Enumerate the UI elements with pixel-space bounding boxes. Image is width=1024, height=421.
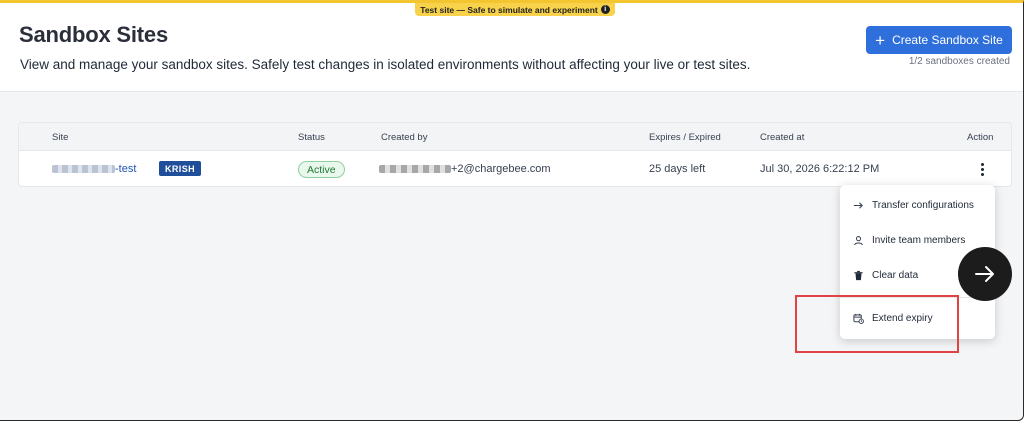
- site-link[interactable]: -test: [52, 163, 136, 175]
- table-header: Site Status Created by Expires / Expired…: [19, 123, 1011, 151]
- sandbox-table: Site Status Created by Expires / Expired…: [18, 122, 1012, 187]
- arrow-right-icon: [853, 201, 863, 209]
- page-subtitle: View and manage your sandbox sites. Safe…: [20, 57, 751, 72]
- trash-icon: [854, 270, 863, 280]
- next-arrow-button[interactable]: [958, 247, 1012, 301]
- create-sandbox-label: Create Sandbox Site: [892, 33, 1003, 47]
- redacted-site-name: [52, 165, 115, 174]
- redacted-email: [379, 165, 451, 174]
- menu-item-label: Clear data: [872, 269, 919, 281]
- plus-icon: +: [875, 30, 886, 50]
- expires-value: 25 days left: [649, 163, 706, 175]
- col-status: Status: [298, 132, 325, 143]
- person-icon: [854, 235, 863, 245]
- page-title: Sandbox Sites: [19, 22, 168, 47]
- menu-item-label: Transfer configurations: [872, 199, 974, 211]
- sandbox-quota: 1/2 sandboxes created: [908, 56, 1010, 67]
- col-site: Site: [52, 132, 69, 143]
- table-row: -test KRISH Active +2@chargebee.com 25 d…: [19, 152, 1011, 187]
- col-action: Action: [967, 132, 994, 143]
- menu-item-label: Invite team members: [872, 234, 966, 246]
- banner-text: Test site — Safe to simulate and experim…: [420, 4, 598, 15]
- col-created-by: Created by: [381, 132, 428, 143]
- site-name-suffix: -test: [115, 163, 137, 175]
- more-actions-icon[interactable]: [974, 160, 990, 178]
- col-expires: Expires / Expired: [649, 132, 721, 143]
- col-created-at: Created at: [760, 132, 805, 143]
- arrow-right-icon: [975, 266, 994, 282]
- status-badge: Active: [298, 161, 345, 178]
- create-sandbox-button[interactable]: + Create Sandbox Site: [866, 26, 1012, 54]
- site-badge: KRISH: [159, 161, 202, 176]
- created-by: +2@chargebee.com: [379, 163, 551, 175]
- app-frame: Sandbox Sites View and manage your sandb…: [0, 0, 1024, 421]
- created-by-suffix: +2@chargebee.com: [451, 163, 551, 175]
- menu-item-transfer-configurations[interactable]: Transfer configurations: [840, 190, 995, 220]
- created-at-value: Jul 30, 2026 6:22:12 PM: [760, 163, 880, 175]
- test-site-banner: Test site — Safe to simulate and experim…: [415, 3, 615, 16]
- info-icon[interactable]: i: [600, 5, 610, 14]
- highlight-box: [795, 295, 959, 353]
